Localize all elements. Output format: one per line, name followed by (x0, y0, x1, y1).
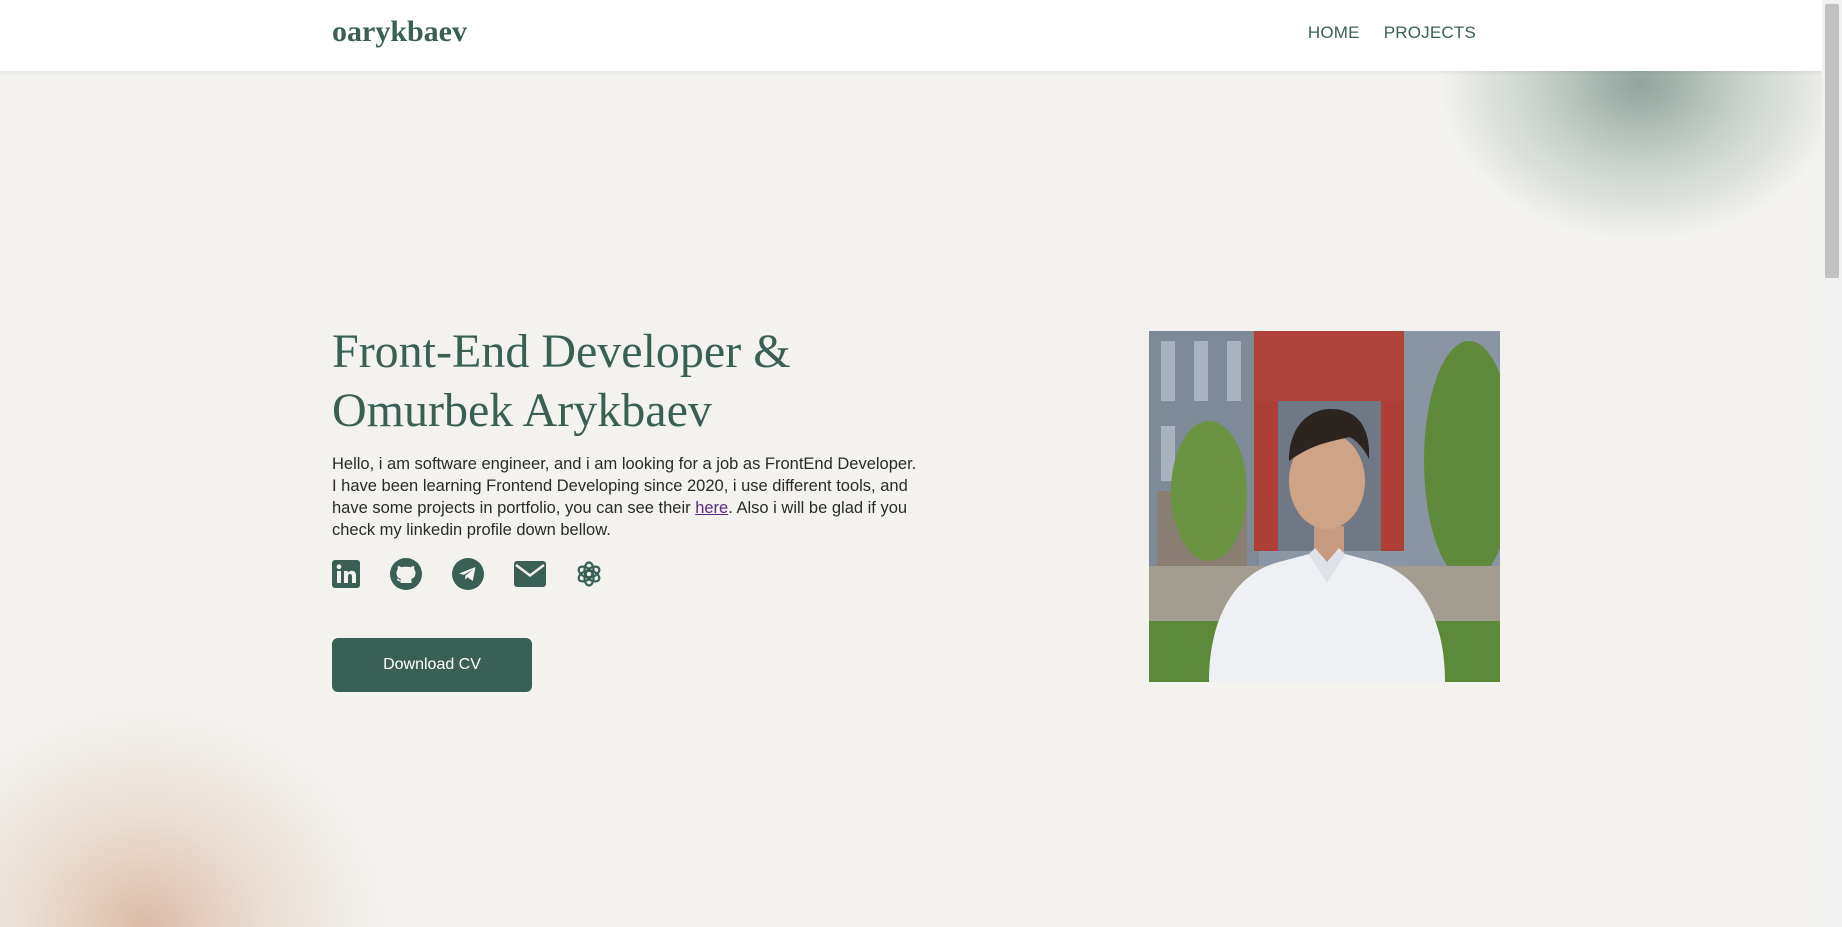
github-link[interactable] (390, 558, 422, 590)
envelope-icon (514, 561, 546, 587)
openai-link[interactable] (576, 558, 602, 590)
decorative-green-blob (1282, 60, 1842, 360)
profile-photo (1149, 331, 1500, 682)
hero-title-line-2: Omurbek Arykbaev (332, 384, 712, 437)
telegram-icon (452, 558, 484, 590)
nav-link-home[interactable]: HOME (1308, 23, 1360, 43)
hero-title-line-1: Front-End Developer & (332, 325, 791, 378)
hero-title: Front-End Developer & Omurbek Arykbaev (332, 322, 892, 440)
page-scrollbar[interactable] (1822, 0, 1842, 927)
social-links (332, 558, 632, 590)
telegram-link[interactable] (452, 558, 484, 590)
projects-link[interactable]: here (695, 499, 728, 517)
email-link[interactable] (514, 558, 546, 590)
openai-icon (577, 561, 601, 587)
profile-photo-illustration (1149, 331, 1500, 682)
nav-link-projects[interactable]: PROJECTS (1384, 23, 1476, 43)
hero-description: Hello, i am software engineer, and i am … (332, 453, 917, 541)
decorative-peach-blob (0, 547, 520, 927)
github-icon (390, 558, 422, 590)
site-header: oarykbaev HOME PROJECTS (0, 0, 1822, 71)
linkedin-icon (332, 560, 360, 588)
site-logo[interactable]: oarykbaev (332, 15, 467, 49)
linkedin-link[interactable] (332, 558, 360, 590)
download-cv-button[interactable]: Download CV (332, 638, 532, 692)
scrollbar-thumb[interactable] (1825, 4, 1839, 278)
main-nav: HOME PROJECTS (1308, 23, 1476, 43)
